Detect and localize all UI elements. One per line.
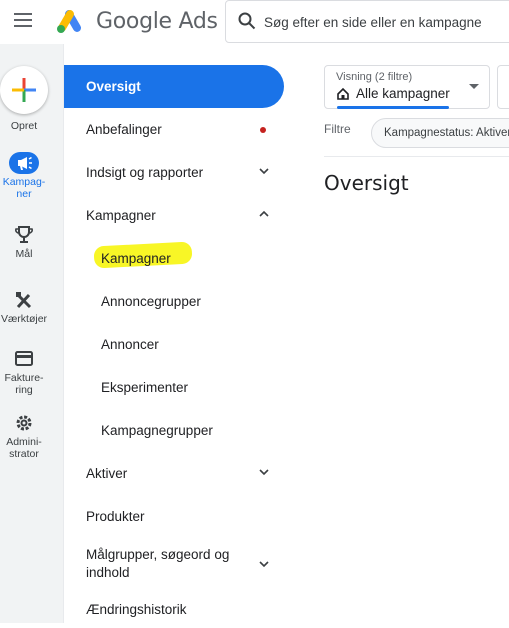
tools-icon bbox=[9, 289, 39, 311]
chevron-down-icon bbox=[259, 469, 269, 476]
plus-icon bbox=[12, 78, 36, 102]
create-button[interactable] bbox=[0, 66, 48, 114]
gear-icon bbox=[9, 412, 39, 434]
dropdown-arrow-icon bbox=[469, 84, 479, 89]
rail-create-label[interactable]: Opret bbox=[0, 120, 48, 132]
filter-chip-campaign-status[interactable]: Kampagnestatus: Aktiver bbox=[371, 118, 509, 148]
nav-subitem-campaign-groups[interactable]: Kampagnegrupper bbox=[64, 409, 284, 452]
brand-name: Google Ads bbox=[96, 9, 218, 34]
trophy-icon bbox=[9, 224, 39, 246]
menu-icon[interactable] bbox=[14, 13, 32, 27]
rail-item-admin[interactable]: Admini- strator bbox=[0, 412, 48, 460]
rail-item-goals[interactable]: Mål bbox=[0, 224, 48, 260]
nav-subitem-ad-groups[interactable]: Annoncegrupper bbox=[64, 280, 284, 323]
rail-item-campaigns[interactable]: Kampag- ner bbox=[0, 152, 48, 200]
credit-card-icon bbox=[9, 348, 39, 370]
chevron-down-icon bbox=[259, 561, 269, 568]
nav-item-products[interactable]: Produkter bbox=[64, 495, 284, 538]
navigation-rail: Opret Kampag- ner Mål Værktøjer Fakture-… bbox=[0, 44, 64, 623]
view-selector[interactable]: Visning (2 filtre) Alle kampagner bbox=[324, 65, 490, 109]
nav-subitem-ads[interactable]: Annoncer bbox=[64, 323, 284, 366]
top-header: Google Ads bbox=[0, 0, 509, 44]
megaphone-icon bbox=[9, 152, 39, 174]
nav-item-campaigns[interactable]: Kampagner bbox=[64, 194, 284, 237]
google-ads-logo bbox=[57, 10, 81, 33]
nav-item-assets[interactable]: Aktiver bbox=[64, 452, 284, 495]
page-title: Oversigt bbox=[324, 171, 409, 195]
search-input[interactable] bbox=[264, 11, 504, 33]
chevron-down-icon bbox=[259, 168, 269, 175]
nav-item-audiences-keywords-content[interactable]: Målgrupper, søgeord og indhold bbox=[64, 538, 284, 590]
side-navigation: Oversigt Anbefalinger Indsigt og rapport… bbox=[64, 56, 284, 628]
search-box[interactable] bbox=[225, 0, 509, 43]
nav-item-overview[interactable]: Oversigt bbox=[64, 65, 284, 108]
nav-item-change-history[interactable]: Ændringshistorik bbox=[64, 590, 284, 628]
rail-item-billing[interactable]: Fakture- ring bbox=[0, 348, 48, 396]
home-icon bbox=[337, 87, 349, 100]
nav-subitem-experiments[interactable]: Eksperimenter bbox=[64, 366, 284, 409]
nav-item-recommendations[interactable]: Anbefalinger bbox=[64, 108, 284, 151]
nav-subitem-campaigns[interactable]: Kampagner bbox=[64, 237, 284, 280]
view-underline bbox=[337, 106, 449, 109]
chevron-up-icon bbox=[259, 210, 269, 217]
filters-label: Filtre bbox=[324, 122, 351, 136]
search-icon bbox=[238, 12, 256, 30]
nav-item-insights-reports[interactable]: Indsigt og rapporter bbox=[64, 151, 284, 194]
secondary-selector[interactable] bbox=[497, 65, 509, 109]
rail-item-tools[interactable]: Værktøjer bbox=[0, 289, 48, 325]
notification-dot bbox=[260, 127, 266, 133]
divider bbox=[324, 156, 509, 157]
